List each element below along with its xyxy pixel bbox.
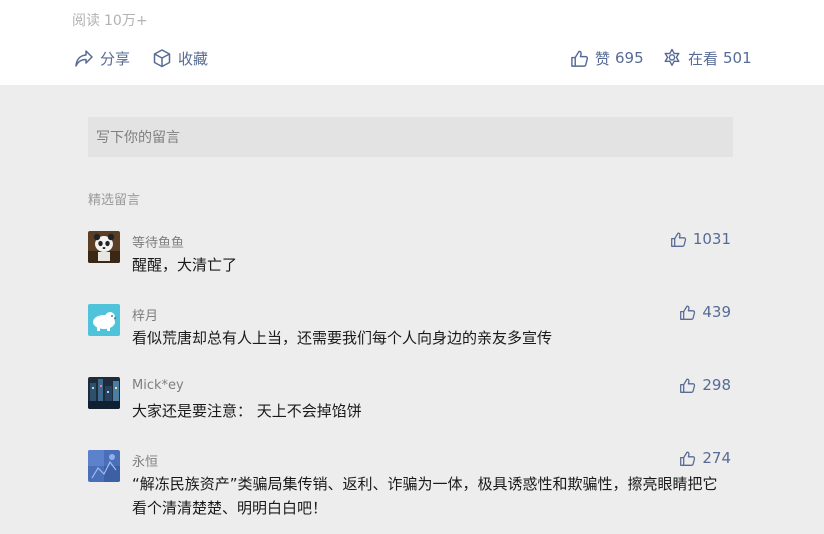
watch-button[interactable]: 在看 501 — [662, 46, 752, 70]
comment-like-count: 1031 — [692, 230, 731, 248]
thumbs-up-icon — [680, 304, 696, 320]
panda-avatar[interactable] — [88, 231, 120, 263]
comment-like-count: 298 — [702, 376, 731, 394]
comment-text: 醒醒，大清亡了 — [132, 256, 238, 274]
thumbs-up-icon — [680, 450, 696, 466]
comment-nickname[interactable]: 永恒 — [132, 451, 158, 470]
comment-like-count: 274 — [702, 449, 731, 467]
comment-nickname[interactable]: 梓月 — [132, 305, 158, 324]
read-value: 10万+ — [104, 13, 148, 29]
comment-like-button[interactable]: 298 — [679, 376, 731, 394]
thumbs-up-icon — [570, 49, 589, 68]
comment-like-button[interactable]: 1031 — [670, 230, 731, 248]
cube-icon — [152, 48, 172, 68]
comment-like-count: 439 — [702, 303, 731, 321]
watch-label: 在看 — [688, 49, 719, 68]
flower-icon — [662, 48, 682, 68]
thumbs-up-icon — [670, 231, 686, 247]
blue-pattern-avatar[interactable] — [88, 450, 120, 482]
featured-comments-title: 精选留言 — [88, 193, 141, 208]
comment-nickname[interactable]: 等待鱼鱼 — [132, 232, 184, 251]
article-footer: 阅读 10万+ 分享 收藏 赞 695 在看 501 — [0, 0, 824, 85]
like-count: 695 — [615, 49, 644, 67]
share-button[interactable]: 分享 — [74, 46, 130, 70]
favorite-label: 收藏 — [178, 49, 209, 68]
like-button[interactable]: 赞 695 — [570, 46, 644, 70]
read-label: 阅读 — [72, 13, 100, 29]
comment-like-button[interactable]: 439 — [679, 303, 731, 321]
polar-bear-avatar[interactable] — [88, 304, 120, 336]
favorite-button[interactable]: 收藏 — [152, 46, 208, 70]
comment-text: 大家还是要注意： 天上不会掉馅饼 — [132, 402, 362, 420]
comment-text: 看似荒唐却总有人上当，还需要我们每个人向身边的亲友多宣传 — [132, 329, 553, 347]
read-count: 阅读 10万+ — [72, 10, 148, 30]
like-label: 赞 — [595, 49, 611, 68]
comment-like-button[interactable]: 274 — [679, 449, 731, 467]
comment-input[interactable]: 写下你的留言 — [88, 117, 733, 157]
comment-text: “解冻民族资产”类骗局集传销、返利、诈骗为一体，极具诱惑性和欺骗性，擦亮眼睛把它… — [132, 475, 718, 517]
share-label: 分享 — [100, 49, 131, 68]
thumbs-up-icon — [680, 377, 696, 393]
share-icon — [74, 48, 94, 68]
comment-nickname[interactable]: Mick*ey — [132, 378, 184, 393]
comment-input-placeholder: 写下你的留言 — [96, 130, 180, 146]
city-night-avatar[interactable] — [88, 377, 120, 409]
watch-count: 501 — [723, 49, 752, 67]
